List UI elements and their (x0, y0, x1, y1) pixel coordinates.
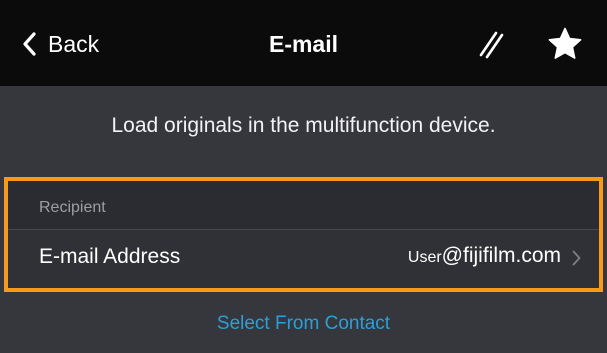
email-user-part: User (407, 249, 442, 266)
back-label: Back (48, 30, 100, 57)
back-button[interactable]: Back (22, 24, 99, 64)
email-address-label: E-mail Address (39, 245, 181, 268)
chevron-left-icon (22, 32, 36, 56)
star-icon[interactable] (546, 25, 584, 63)
edit-icon[interactable] (473, 26, 509, 62)
email-address-value: User@fijifilm.com (408, 244, 561, 268)
chevron-right-icon (572, 250, 581, 271)
email-address-row[interactable]: E-mail Address User@fijifilm.com (8, 229, 599, 288)
select-from-contact-button[interactable]: Select From Contact (0, 313, 607, 335)
section-header-label: Recipient (39, 199, 106, 216)
recipient-section: Recipient E-mail Address User@fijifilm.c… (4, 177, 603, 292)
instruction-text: Load originals in the multifunction devi… (111, 114, 496, 137)
email-domain-part: @fijifilm.com (441, 244, 561, 267)
navigation-bar: Back E-mail (0, 0, 607, 86)
section-header: Recipient (8, 181, 599, 229)
